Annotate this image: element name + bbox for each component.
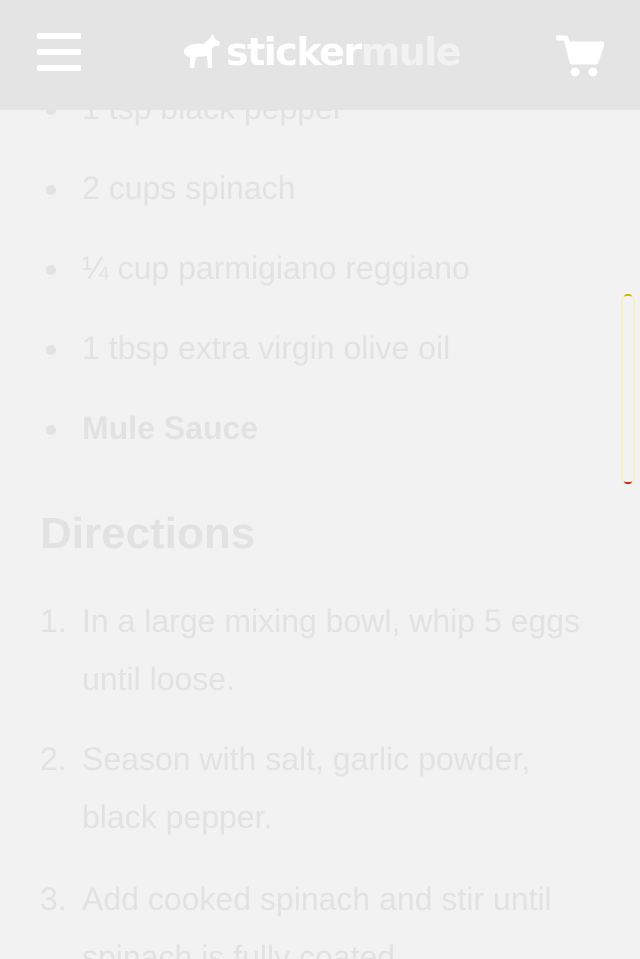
bullet-icon	[46, 345, 56, 355]
cart-svg	[555, 35, 605, 77]
ingredient-item: 1 tbsp extra virgin olive oil	[46, 328, 451, 368]
directions-heading: Directions	[40, 509, 256, 558]
menu-line	[37, 49, 81, 55]
step-text: Season with salt, garlic powder, black p…	[82, 741, 531, 835]
page: 1 tsp black pepper 2 cups spinach ¼ cup …	[0, 0, 640, 959]
logo-text-sticker: sticker	[226, 30, 362, 74]
direction-step: 1. In a large mixing bowl, whip 5 eggs u…	[40, 592, 612, 708]
ingredient-text: ¼ cup parmigiano reggiano	[82, 250, 470, 286]
step-number: 1.	[40, 603, 67, 639]
ingredient-text: 2 cups spinach	[82, 170, 296, 206]
menu-line	[37, 65, 81, 71]
step-number: 3.	[40, 881, 67, 917]
logo-text-mule: mule	[360, 30, 462, 74]
direction-step: 2. Season with salt, garlic powder, blac…	[40, 730, 612, 846]
hamburger-menu-icon[interactable]	[37, 33, 81, 73]
ingredient-text: 1 tbsp extra virgin olive oil	[82, 330, 451, 366]
top-nav-bar: stickermule	[0, 0, 640, 110]
bullet-icon	[46, 425, 56, 435]
bullet-icon	[46, 265, 56, 275]
ingredient-item: 2 cups spinach	[46, 168, 296, 208]
mule-logo-icon	[183, 34, 220, 68]
bullet-icon	[46, 185, 56, 195]
ingredient-item: ¼ cup parmigiano reggiano	[46, 248, 470, 288]
scrollbar-thumb[interactable]	[621, 294, 635, 484]
direction-step: 3. Add cooked spinach and stir until spi…	[40, 870, 612, 959]
shopping-cart-icon[interactable]	[555, 34, 605, 78]
step-text: Add cooked spinach and stir until spinac…	[82, 881, 552, 959]
ingredient-text[interactable]: Mule Sauce	[82, 410, 258, 446]
logo-wordmark: stickermule	[226, 30, 462, 74]
menu-line	[37, 33, 81, 39]
ingredient-item-mule-sauce[interactable]: Mule Sauce	[46, 408, 258, 448]
step-number: 2.	[40, 741, 67, 777]
stickermule-logo[interactable]: stickermule	[180, 26, 462, 78]
step-text: In a large mixing bowl, whip 5 eggs unti…	[82, 603, 581, 697]
